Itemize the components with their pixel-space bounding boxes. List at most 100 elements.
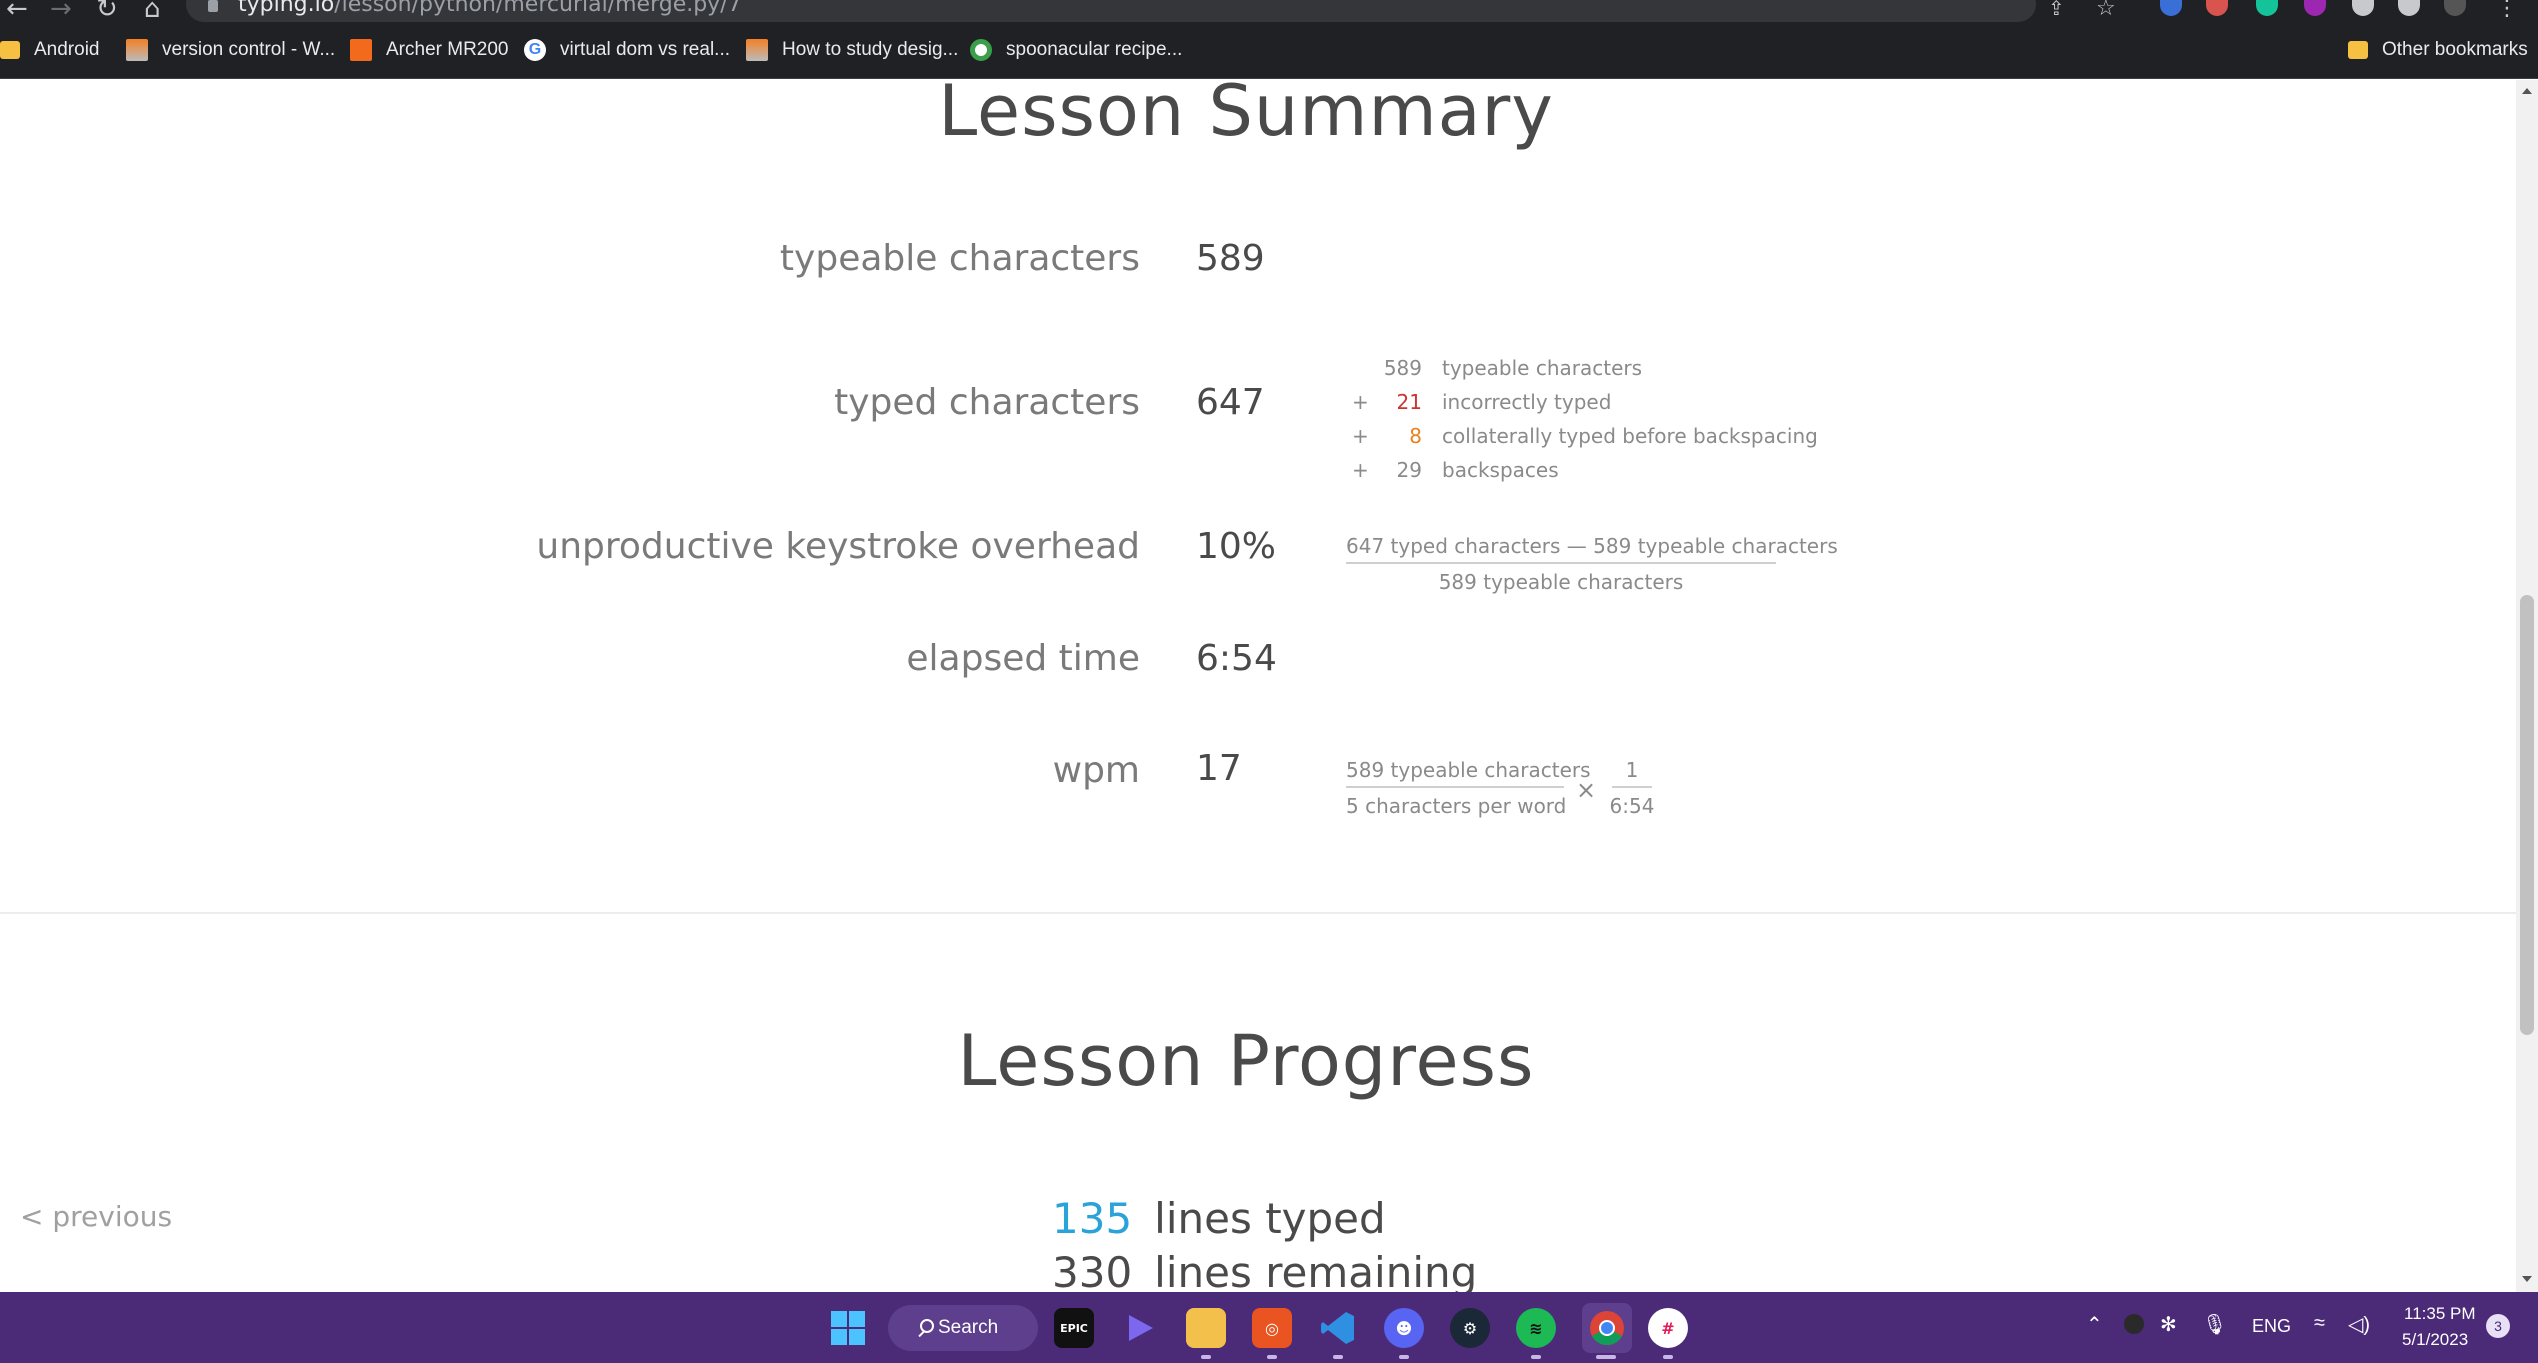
search-icon-handle xyxy=(918,1330,925,1338)
breakdown-text: backspaces xyxy=(1442,458,1559,482)
stackoverflow-icon xyxy=(126,39,148,61)
bookmark-study-design[interactable]: How to study desig... xyxy=(746,36,958,64)
bookmark-label: virtual dom vs real... xyxy=(560,39,730,60)
overhead-value: 10% xyxy=(1196,526,1277,567)
slack-icon[interactable]: # xyxy=(1648,1308,1688,1348)
scroll-down-arrow-icon[interactable] xyxy=(2522,1276,2532,1282)
search-label: Search xyxy=(938,1317,999,1338)
wpm-formula-numerator: 589 typeable characters xyxy=(1346,758,1591,788)
running-indicator xyxy=(1399,1355,1409,1359)
share-icon[interactable]: ⇪ xyxy=(2048,0,2065,20)
running-indicator xyxy=(1267,1355,1277,1359)
scrollbar-thumb[interactable] xyxy=(2520,595,2534,1035)
taskbar-search[interactable]: Search xyxy=(888,1305,1038,1351)
bookmark-android[interactable]: Android xyxy=(0,36,100,64)
extension-icon[interactable] xyxy=(2206,0,2228,16)
back-arrow-icon[interactable]: ← xyxy=(6,0,28,24)
scroll-up-arrow-icon[interactable] xyxy=(2522,88,2532,94)
lines-typed-count: 135 xyxy=(1052,1194,1133,1243)
typeable-characters-label: typeable characters xyxy=(779,238,1140,279)
menu-kebab-icon[interactable]: ⋮ xyxy=(2496,0,2518,21)
router-icon xyxy=(350,39,372,61)
lock-icon xyxy=(208,0,218,12)
url-host: typing.io xyxy=(238,0,335,17)
bookmark-archer[interactable]: Archer MR200 xyxy=(350,36,509,64)
discord-icon[interactable]: ☻ xyxy=(1384,1308,1424,1348)
windows-taskbar: Search EPIC ◎ ☻ ⚙ ≋ # ⌃ ✻ 🎙 ENG ≈ ◁) 11:… xyxy=(0,1292,2538,1363)
bookmark-label: How to study desig... xyxy=(782,39,959,60)
notification-badge[interactable]: 3 xyxy=(2486,1314,2510,1338)
page-scrollbar[interactable] xyxy=(2516,80,2538,1292)
folder-icon xyxy=(0,41,20,59)
breakdown-text: collaterally typed before backspacing xyxy=(1442,424,1818,448)
lesson-progress-title: Lesson Progress xyxy=(957,1020,1535,1102)
overhead-formula-numerator: 647 typed characters — 589 typeable char… xyxy=(1346,534,1838,564)
overhead-formula-denominator: 589 typeable characters xyxy=(1438,570,1684,594)
home-icon[interactable]: ⌂ xyxy=(144,0,161,24)
side-panel-icon[interactable] xyxy=(2398,0,2420,16)
grammarly-icon[interactable] xyxy=(2256,0,2278,16)
typeable-characters-value: 589 xyxy=(1196,238,1265,279)
bookmark-label: spoonacular recipe... xyxy=(1006,39,1183,60)
running-indicator xyxy=(1333,1355,1343,1359)
overhead-label: unproductive keystroke overhead xyxy=(536,526,1140,567)
address-bar[interactable]: typing.io/lesson/python/mercurial/merge.… xyxy=(186,0,2036,22)
wpm-value: 17 xyxy=(1196,748,1242,789)
tray-slack-icon[interactable]: ✻ xyxy=(2160,1312,2177,1337)
bookmark-label: Android xyxy=(34,39,100,60)
bookmark-label: Archer MR200 xyxy=(386,39,509,60)
app-launcher-icon[interactable] xyxy=(1120,1308,1160,1348)
reload-icon[interactable]: ↻ xyxy=(96,0,118,24)
breakdown-num-collateral: 8 xyxy=(1409,424,1422,448)
breakdown-num: 589 xyxy=(1383,356,1422,380)
volume-icon[interactable]: ◁) xyxy=(2348,1312,2370,1337)
file-explorer-icon[interactable] xyxy=(1186,1308,1226,1348)
typed-characters-label: typed characters xyxy=(834,382,1140,423)
other-bookmarks[interactable]: Other bookmarks xyxy=(2348,36,2528,64)
active-indicator xyxy=(1596,1355,1616,1359)
bookmark-virtual-dom[interactable]: G virtual dom vs real... xyxy=(524,36,730,64)
running-indicator xyxy=(1531,1355,1541,1359)
page-content: Lesson Summary typeable characters 589 t… xyxy=(0,80,2516,1292)
breakdown-text: typeable characters xyxy=(1442,356,1643,380)
lines-typed: 135 lines typed xyxy=(1052,1194,1386,1243)
breakdown-num-incorrect: 21 xyxy=(1396,390,1422,414)
windows-start-icon[interactable] xyxy=(828,1308,868,1348)
other-bookmarks-label: Other bookmarks xyxy=(2382,39,2528,60)
breakdown-num: 29 xyxy=(1396,458,1422,482)
previous-link[interactable]: < previous xyxy=(20,1200,172,1233)
extension-badge-icon[interactable] xyxy=(2160,0,2182,16)
wpm-label: wpm xyxy=(1052,750,1140,791)
bookmarks-bar: Android version control - W... Archer MR… xyxy=(0,22,2538,79)
microphone-icon[interactable]: 🎙 xyxy=(2202,1312,2227,1337)
bookmark-star-icon[interactable]: ☆ xyxy=(2096,0,2116,21)
language-indicator[interactable]: ENG xyxy=(2252,1316,2291,1337)
lesson-summary-title: Lesson Summary xyxy=(938,80,1554,152)
running-indicator xyxy=(1201,1355,1211,1359)
site-icon xyxy=(970,39,992,61)
clock-time[interactable]: 11:35 PM xyxy=(2404,1304,2476,1324)
stackoverflow-icon xyxy=(746,39,768,61)
spotify-icon[interactable]: ≋ xyxy=(1516,1308,1556,1348)
clock-date[interactable]: 5/1/2023 xyxy=(2402,1330,2468,1350)
epic-games-icon[interactable]: EPIC xyxy=(1054,1308,1094,1348)
bookmark-label: version control - W... xyxy=(162,39,336,60)
lines-remaining-count: 330 xyxy=(1052,1248,1133,1292)
forward-arrow-icon[interactable]: → xyxy=(50,0,72,24)
chrome-icon[interactable] xyxy=(1582,1303,1632,1353)
google-icon: G xyxy=(524,39,546,61)
bookmark-version-control[interactable]: version control - W... xyxy=(126,36,335,64)
vscode-icon[interactable] xyxy=(1318,1308,1358,1348)
ubuntu-icon[interactable]: ◎ xyxy=(1252,1308,1292,1348)
extensions-puzzle-icon[interactable] xyxy=(2352,0,2374,16)
wifi-icon[interactable]: ≈ xyxy=(2314,1312,2325,1335)
url-text: typing.io/lesson/python/mercurial/merge.… xyxy=(238,0,742,17)
typed-characters-value: 647 xyxy=(1196,382,1265,423)
tray-overflow-chevron-icon[interactable]: ⌃ xyxy=(2086,1312,2103,1337)
wpm-formula-denominator: 5 characters per word xyxy=(1346,794,1567,818)
color-picker-icon[interactable] xyxy=(2304,0,2326,16)
bookmark-spoonacular[interactable]: spoonacular recipe... xyxy=(970,36,1182,64)
steam-icon[interactable]: ⚙ xyxy=(1450,1308,1490,1348)
tray-app-icon[interactable] xyxy=(2124,1314,2144,1334)
profile-avatar[interactable] xyxy=(2444,0,2466,16)
